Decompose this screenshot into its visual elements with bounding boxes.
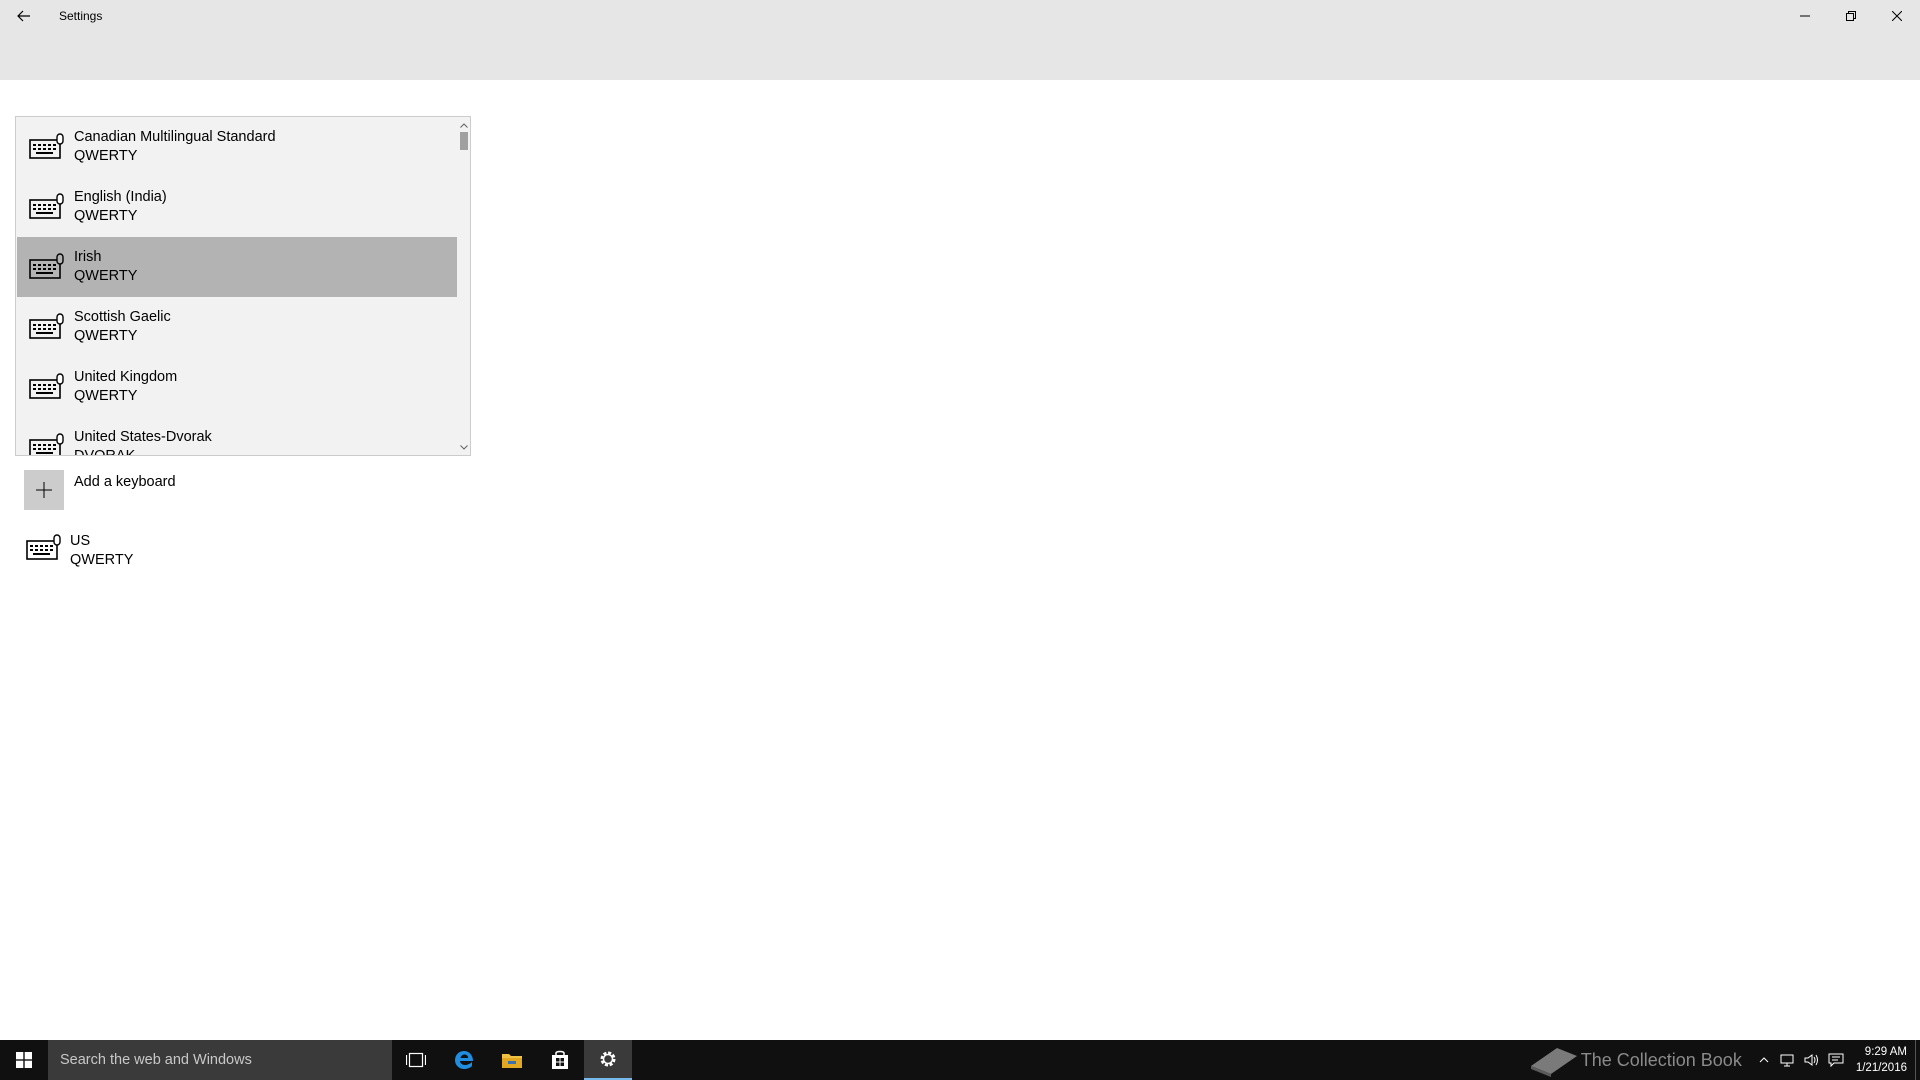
store-button[interactable]	[536, 1040, 584, 1080]
taskbar-clock[interactable]: 9:29 AM 1/21/2016	[1856, 1044, 1907, 1076]
notification-icon	[1828, 1053, 1844, 1067]
window-controls	[1782, 0, 1920, 31]
settings-taskbar-button[interactable]	[584, 1040, 632, 1080]
item-layout: QWERTY	[74, 268, 138, 284]
item-layout: QWERTY	[74, 148, 138, 164]
edge-icon	[455, 1051, 473, 1069]
list-item[interactable]: English (India) QWERTY	[17, 177, 458, 237]
installed-keyboard-layout: QWERTY	[70, 552, 134, 568]
show-desktop-button[interactable]	[1915, 1040, 1920, 1080]
scroll-up-button[interactable]	[457, 119, 470, 131]
add-keyboard-button[interactable]: Add a keyboard	[24, 470, 176, 510]
keyboard-dropdown[interactable]: Canadian Multilingual Standard QWERTY En…	[15, 116, 471, 456]
item-name: Canadian Multilingual Standard	[74, 129, 276, 145]
keyboard-icon	[29, 313, 64, 339]
title-bar: Settings	[0, 0, 1920, 31]
watermark: The Collection Book	[1527, 1042, 1742, 1078]
scroll-thumb[interactable]	[460, 132, 468, 150]
start-button[interactable]	[0, 1040, 48, 1080]
list-item[interactable]: United States-Dvorak DVORAK	[17, 417, 458, 456]
action-center-button[interactable]	[1824, 1040, 1848, 1080]
system-tray: The Collection Book 9:29 AM 1/21/2016	[1527, 1040, 1920, 1080]
item-name: United States-Dvorak	[74, 429, 212, 445]
chevron-up-icon	[459, 122, 468, 128]
task-view-icon	[406, 1052, 426, 1068]
keyboard-icon	[29, 193, 64, 219]
list-item-selected[interactable]: Irish QWERTY	[17, 237, 458, 297]
item-layout: QWERTY	[74, 208, 138, 224]
scroll-down-button[interactable]	[457, 441, 470, 453]
item-layout: QWERTY	[74, 388, 138, 404]
book-icon	[1530, 1048, 1577, 1077]
list-item[interactable]: Scottish Gaelic QWERTY	[17, 297, 458, 357]
keyboard-icon	[26, 534, 61, 560]
item-layout: QWERTY	[74, 328, 138, 344]
minimize-icon	[1800, 15, 1810, 16]
keyboard-list: Canadian Multilingual Standard QWERTY En…	[17, 117, 458, 456]
window-title: Settings	[59, 8, 103, 23]
task-view-button[interactable]	[392, 1040, 440, 1080]
restore-button[interactable]	[1828, 0, 1874, 31]
volume-icon	[1804, 1054, 1818, 1066]
add-keyboard-label: Add a keyboard	[74, 474, 176, 490]
item-layout: DVORAK	[74, 448, 136, 456]
edge-browser-button[interactable]	[440, 1040, 488, 1080]
list-item[interactable]: Canadian Multilingual Standard QWERTY	[17, 117, 458, 177]
volume-button[interactable]	[1800, 1040, 1824, 1080]
windows-logo-icon	[16, 1052, 32, 1068]
close-button[interactable]	[1874, 0, 1920, 31]
back-arrow-icon	[17, 10, 30, 21]
minimize-button[interactable]	[1782, 0, 1828, 31]
close-icon	[1892, 10, 1902, 21]
clock-date: 1/21/2016	[1855, 1062, 1907, 1074]
taskbar-search-box[interactable]: Search the web and Windows	[48, 1040, 392, 1080]
file-explorer-button[interactable]	[488, 1040, 536, 1080]
content-area: Canadian Multilingual Standard QWERTY En…	[0, 80, 1920, 1040]
folder-icon	[502, 1054, 522, 1068]
installed-keyboard-name: US	[70, 533, 91, 549]
keyboard-icon	[29, 133, 64, 159]
keyboard-icon	[29, 253, 64, 279]
chevron-up-icon	[1759, 1057, 1769, 1063]
add-icon-box	[24, 470, 64, 510]
show-hidden-icons-button[interactable]	[1752, 1040, 1776, 1080]
taskbar: Search the web and Windows The Collectio…	[0, 1040, 1920, 1080]
plus-icon	[36, 482, 52, 498]
store-icon	[552, 1050, 568, 1069]
keyboard-icon	[29, 373, 64, 399]
gear-icon	[600, 1051, 616, 1067]
restore-icon	[1846, 10, 1856, 21]
dropdown-scrollbar[interactable]	[457, 117, 470, 455]
search-placeholder: Search the web and Windows	[60, 1052, 252, 1068]
clock-time: 9:29 AM	[1864, 1046, 1907, 1058]
installed-keyboard-item[interactable]: US QWERTY	[26, 532, 133, 570]
header-band	[0, 31, 1920, 80]
back-button[interactable]	[0, 0, 48, 31]
keyboard-icon	[29, 433, 64, 455]
watermark-text: The Collection Book	[1580, 1049, 1742, 1070]
list-item[interactable]: United Kingdom QWERTY	[17, 357, 458, 417]
chevron-down-icon	[459, 444, 468, 450]
item-name: Irish	[74, 249, 102, 265]
item-name: English (India)	[74, 189, 167, 205]
network-icon	[1780, 1054, 1794, 1067]
item-name: Scottish Gaelic	[74, 309, 171, 325]
item-name: United Kingdom	[74, 369, 178, 385]
network-button[interactable]	[1776, 1040, 1800, 1080]
